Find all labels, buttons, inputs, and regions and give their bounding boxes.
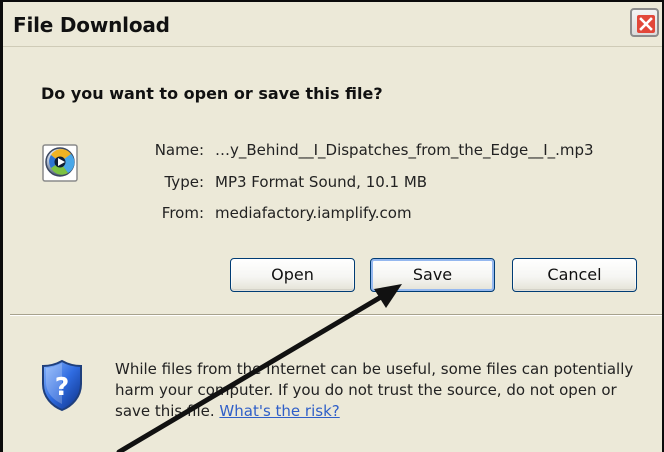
close-icon bbox=[637, 15, 655, 33]
from-label: From: bbox=[161, 204, 204, 222]
svg-text:?: ? bbox=[55, 372, 70, 401]
file-source-value: mediafactory.iamplify.com bbox=[215, 204, 412, 222]
download-question: Do you want to open or save this file? bbox=[41, 84, 383, 103]
save-button[interactable]: Save bbox=[370, 258, 495, 292]
close-button[interactable] bbox=[630, 8, 659, 37]
section-divider-highlight bbox=[10, 315, 662, 316]
file-download-dialog: File Download Do you want to open or sav… bbox=[0, 0, 664, 452]
cancel-button[interactable]: Cancel bbox=[512, 258, 637, 292]
file-type-value: MP3 Format Sound, 10.1 MB bbox=[215, 173, 428, 191]
dialog-title: File Download bbox=[13, 13, 170, 37]
windows-media-player-file-icon bbox=[42, 144, 78, 182]
whats-the-risk-link[interactable]: What's the risk? bbox=[219, 402, 339, 420]
security-warning-text: While files from the Internet can be use… bbox=[115, 360, 634, 420]
title-bar: File Download bbox=[3, 2, 662, 47]
type-label: Type: bbox=[164, 173, 204, 191]
shield-question-icon: ? bbox=[42, 359, 82, 412]
screen: File Download Do you want to open or sav… bbox=[0, 0, 664, 452]
security-warning: While files from the Internet can be use… bbox=[115, 359, 650, 422]
file-name-value: …y_Behind__I_Dispatches_from_the_Edge__I… bbox=[215, 141, 594, 159]
name-label: Name: bbox=[154, 141, 204, 159]
open-button[interactable]: Open bbox=[230, 258, 355, 292]
